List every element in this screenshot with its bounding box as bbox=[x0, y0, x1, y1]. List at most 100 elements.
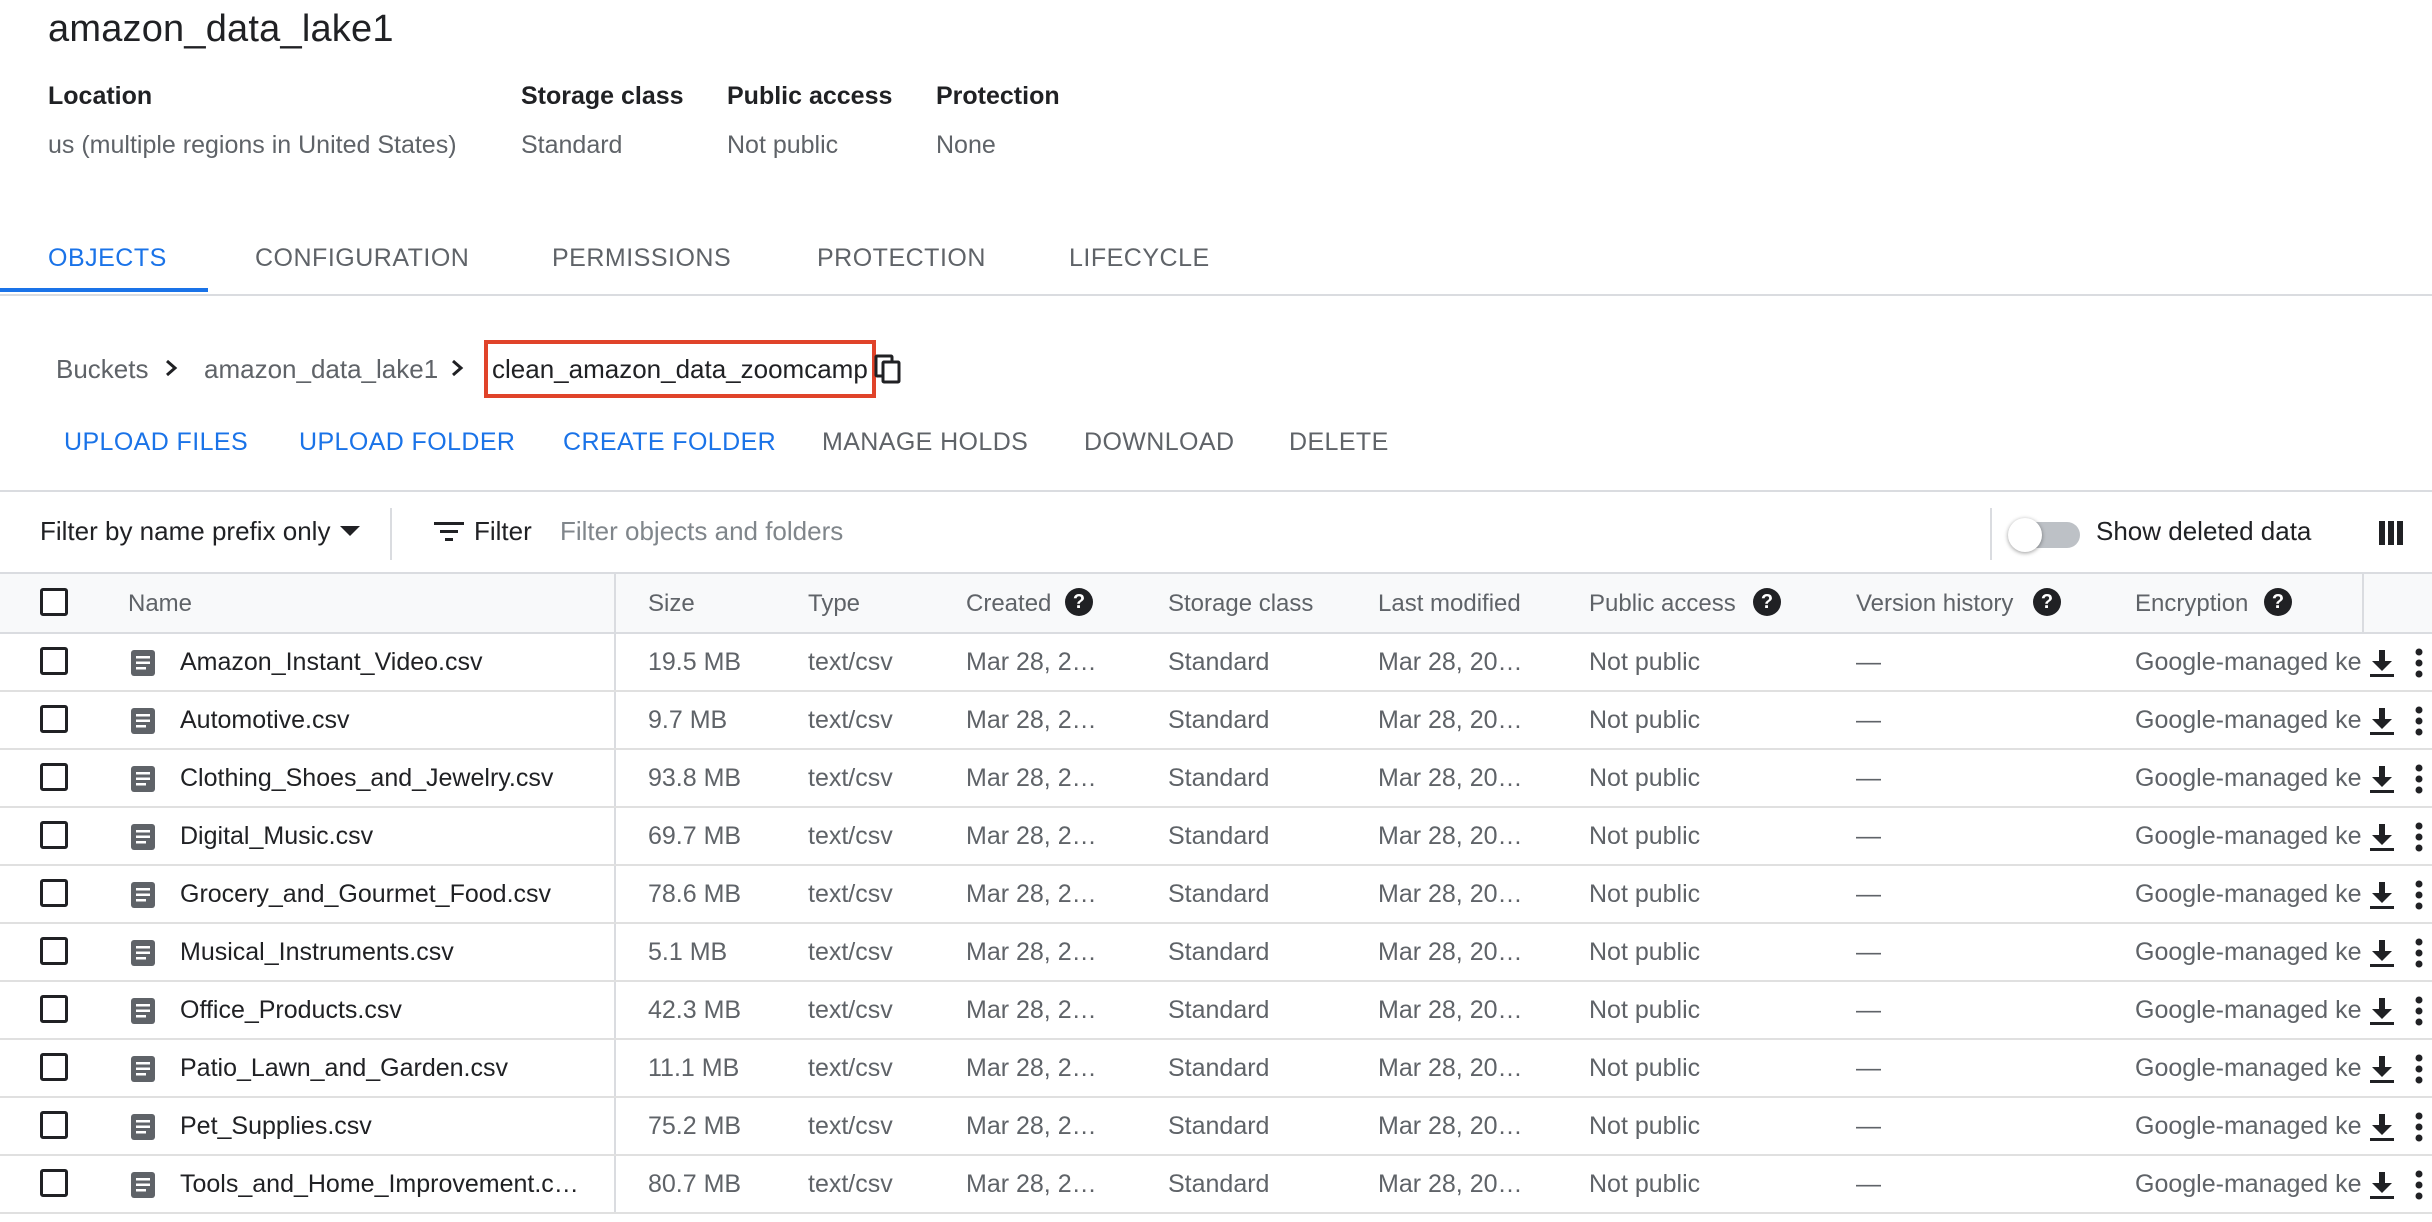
object-size: 9.7 MB bbox=[648, 706, 728, 734]
download-icon[interactable] bbox=[2368, 1170, 2396, 1200]
table-row[interactable]: Grocery_and_Gourmet_Food.csv 78.6 MB tex… bbox=[0, 866, 2432, 924]
delete-button[interactable]: DELETE bbox=[1289, 428, 1389, 457]
table-row[interactable]: Digital_Music.csv 69.7 MB text/csv Mar 2… bbox=[0, 808, 2432, 866]
row-checkbox[interactable] bbox=[40, 1169, 68, 1197]
filter-prefix-dropdown[interactable]: Filter by name prefix only bbox=[40, 516, 330, 547]
more-vert-icon[interactable] bbox=[2414, 1170, 2424, 1200]
table-row[interactable]: Musical_Instruments.csv 5.1 MB text/csv … bbox=[0, 924, 2432, 982]
breadcrumb-buckets[interactable]: Buckets bbox=[56, 354, 149, 385]
row-checkbox[interactable] bbox=[40, 1053, 68, 1081]
more-vert-icon[interactable] bbox=[2414, 764, 2424, 794]
column-header-size[interactable]: Size bbox=[648, 590, 695, 618]
more-vert-icon[interactable] bbox=[2414, 706, 2424, 736]
table-row[interactable]: Amazon_Instant_Video.csv 19.5 MB text/cs… bbox=[0, 634, 2432, 692]
object-public-access: Not public bbox=[1589, 1112, 1701, 1140]
row-checkbox[interactable] bbox=[40, 879, 68, 907]
download-button[interactable]: DOWNLOAD bbox=[1084, 428, 1234, 457]
object-created: Mar 28, 2… bbox=[966, 938, 1097, 966]
row-checkbox[interactable] bbox=[40, 937, 68, 965]
object-name-link[interactable]: Office_Products.csv bbox=[180, 996, 600, 1025]
download-icon[interactable] bbox=[2368, 996, 2396, 1026]
help-icon[interactable]: ? bbox=[1753, 588, 1781, 616]
table-row[interactable]: Clothing_Shoes_and_Jewelry.csv 93.8 MB t… bbox=[0, 750, 2432, 808]
table-row[interactable]: Pet_Supplies.csv 75.2 MB text/csv Mar 28… bbox=[0, 1098, 2432, 1156]
download-icon[interactable] bbox=[2368, 880, 2396, 910]
download-icon[interactable] bbox=[2368, 706, 2396, 736]
more-vert-icon[interactable] bbox=[2414, 880, 2424, 910]
table-row[interactable]: Automotive.csv 9.7 MB text/csv Mar 28, 2… bbox=[0, 692, 2432, 750]
column-header-type[interactable]: Type bbox=[808, 590, 860, 618]
row-checkbox[interactable] bbox=[40, 763, 68, 791]
column-header-public-access[interactable]: Public access bbox=[1589, 590, 1736, 618]
more-vert-icon[interactable] bbox=[2414, 1054, 2424, 1084]
help-icon[interactable]: ? bbox=[2264, 588, 2292, 616]
object-name-link[interactable]: Clothing_Shoes_and_Jewelry.csv bbox=[180, 764, 600, 793]
object-name-link[interactable]: Grocery_and_Gourmet_Food.csv bbox=[180, 880, 600, 909]
object-type: text/csv bbox=[808, 1054, 893, 1082]
tab-permissions[interactable]: PERMISSIONS bbox=[552, 244, 731, 273]
object-storage-class: Standard bbox=[1168, 1170, 1270, 1198]
download-icon[interactable] bbox=[2368, 648, 2396, 678]
row-checkbox[interactable] bbox=[40, 821, 68, 849]
table-row[interactable]: Tools_and_Home_Improvement.c… 80.7 MB te… bbox=[0, 1156, 2432, 1214]
manage-holds-button[interactable]: MANAGE HOLDS bbox=[822, 428, 1028, 457]
column-header-created[interactable]: Created bbox=[966, 590, 1051, 618]
tab-configuration[interactable]: CONFIGURATION bbox=[255, 244, 469, 273]
upload-folder-button[interactable]: UPLOAD FOLDER bbox=[299, 428, 515, 457]
help-icon[interactable]: ? bbox=[2033, 588, 2061, 616]
breadcrumb-bucket[interactable]: amazon_data_lake1 bbox=[204, 354, 438, 385]
object-name-link[interactable]: Patio_Lawn_and_Garden.csv bbox=[180, 1054, 600, 1083]
toggle-thumb[interactable] bbox=[2008, 518, 2042, 552]
object-version-history: — bbox=[1856, 822, 1881, 850]
meta-label: Storage class bbox=[521, 82, 684, 110]
object-encryption: Google-managed ke bbox=[2135, 1112, 2362, 1140]
column-divider bbox=[614, 574, 616, 632]
object-name-link[interactable]: Musical_Instruments.csv bbox=[180, 938, 600, 967]
download-icon[interactable] bbox=[2368, 938, 2396, 968]
row-checkbox[interactable] bbox=[40, 1111, 68, 1139]
row-checkbox[interactable] bbox=[40, 705, 68, 733]
divider bbox=[390, 508, 392, 560]
select-all-checkbox[interactable] bbox=[40, 588, 68, 616]
more-vert-icon[interactable] bbox=[2414, 648, 2424, 678]
object-type: text/csv bbox=[808, 648, 893, 676]
file-icon bbox=[131, 650, 155, 676]
column-header-version-history[interactable]: Version history bbox=[1856, 590, 2013, 618]
download-icon[interactable] bbox=[2368, 822, 2396, 852]
upload-files-button[interactable]: UPLOAD FILES bbox=[64, 428, 248, 457]
object-version-history: — bbox=[1856, 1054, 1881, 1082]
object-encryption: Google-managed ke bbox=[2135, 648, 2362, 676]
object-name-link[interactable]: Pet_Supplies.csv bbox=[180, 1112, 600, 1141]
row-checkbox[interactable] bbox=[40, 647, 68, 675]
download-icon[interactable] bbox=[2368, 1112, 2396, 1142]
column-header-encryption[interactable]: Encryption bbox=[2135, 590, 2248, 618]
object-name-link[interactable]: Tools_and_Home_Improvement.c… bbox=[180, 1170, 600, 1199]
column-header-name[interactable]: Name bbox=[128, 590, 192, 618]
table-row[interactable]: Patio_Lawn_and_Garden.csv 11.1 MB text/c… bbox=[0, 1040, 2432, 1098]
tab-objects[interactable]: OBJECTS bbox=[48, 244, 167, 273]
column-display-icon[interactable] bbox=[2378, 520, 2404, 546]
download-icon[interactable] bbox=[2368, 764, 2396, 794]
tab-protection[interactable]: PROTECTION bbox=[817, 244, 986, 273]
object-name-link[interactable]: Digital_Music.csv bbox=[180, 822, 600, 851]
filter-input[interactable] bbox=[558, 510, 1962, 552]
tab-lifecycle[interactable]: LIFECYCLE bbox=[1069, 244, 1210, 273]
divider bbox=[1990, 508, 1992, 560]
object-name-link[interactable]: Amazon_Instant_Video.csv bbox=[180, 648, 600, 677]
more-vert-icon[interactable] bbox=[2414, 938, 2424, 968]
column-header-storage-class[interactable]: Storage class bbox=[1168, 590, 1313, 618]
create-folder-button[interactable]: CREATE FOLDER bbox=[563, 428, 776, 457]
download-icon[interactable] bbox=[2368, 1054, 2396, 1084]
more-vert-icon[interactable] bbox=[2414, 822, 2424, 852]
object-size: 11.1 MB bbox=[648, 1054, 740, 1082]
more-vert-icon[interactable] bbox=[2414, 1112, 2424, 1142]
table-row[interactable]: Office_Products.csv 42.3 MB text/csv Mar… bbox=[0, 982, 2432, 1040]
object-storage-class: Standard bbox=[1168, 1112, 1270, 1140]
copy-icon[interactable] bbox=[874, 354, 902, 384]
object-name-link[interactable]: Automotive.csv bbox=[180, 706, 600, 735]
help-icon[interactable]: ? bbox=[1065, 588, 1093, 616]
object-storage-class: Standard bbox=[1168, 996, 1270, 1024]
column-header-last-modified[interactable]: Last modified bbox=[1378, 590, 1521, 618]
row-checkbox[interactable] bbox=[40, 995, 68, 1023]
more-vert-icon[interactable] bbox=[2414, 996, 2424, 1026]
